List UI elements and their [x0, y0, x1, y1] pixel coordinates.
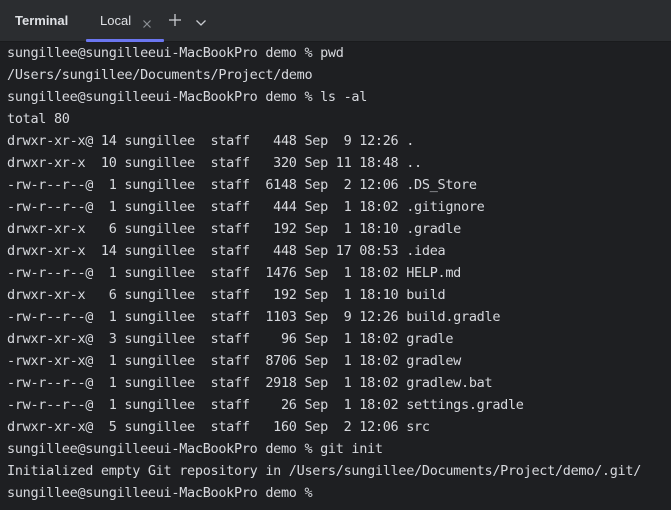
- terminal-output[interactable]: sungillee@sungilleeui-MacBookPro demo % …: [0, 42, 671, 510]
- terminal-line: drwxr-xr-x@ 14 sungillee staff 448 Sep 9…: [7, 133, 415, 149]
- terminal-line: sungillee@sungilleeui-MacBookPro demo %: [7, 485, 321, 501]
- terminal-line: drwxr-xr-x@ 3 sungillee staff 96 Sep 1 1…: [7, 331, 454, 347]
- terminal-line: -rw-r--r--@ 1 sungillee staff 1476 Sep 1…: [7, 265, 462, 281]
- terminal-line: drwxr-xr-x@ 5 sungillee staff 160 Sep 2 …: [7, 419, 430, 435]
- terminal-line: -rwxr-xr-x@ 1 sungillee staff 8706 Sep 1…: [7, 353, 462, 369]
- tool-window-header: Terminal Local: [0, 0, 671, 42]
- terminal-line: -rw-r--r--@ 1 sungillee staff 444 Sep 1 …: [7, 199, 485, 215]
- terminal-line: drwxr-xr-x 6 sungillee staff 192 Sep 1 1…: [7, 221, 462, 237]
- tab-local[interactable]: Local: [86, 0, 164, 42]
- terminal-line: total 80: [7, 111, 70, 127]
- terminal-window: Terminal Local sungillee@sungilleeui-Mac…: [0, 0, 671, 510]
- plus-icon[interactable]: [168, 13, 182, 27]
- close-icon[interactable]: [142, 16, 152, 28]
- tool-window-title: Terminal: [15, 13, 69, 28]
- chevron-down-icon[interactable]: [195, 15, 207, 26]
- terminal-line: sungillee@sungilleeui-MacBookPro demo % …: [7, 89, 368, 105]
- terminal-line: -rw-r--r--@ 1 sungillee staff 1103 Sep 9…: [7, 309, 501, 325]
- terminal-line: drwxr-xr-x 10 sungillee staff 320 Sep 11…: [7, 155, 422, 171]
- terminal-line: /Users/sungillee/Documents/Project/demo: [7, 67, 313, 83]
- terminal-line: sungillee@sungilleeui-MacBookPro demo % …: [7, 45, 344, 61]
- terminal-line: -rw-r--r--@ 1 sungillee staff 2918 Sep 1…: [7, 375, 493, 391]
- terminal-line: Initialized empty Git repository in /Use…: [7, 463, 642, 479]
- terminal-line: sungillee@sungilleeui-MacBookPro demo % …: [7, 441, 383, 457]
- terminal-line: drwxr-xr-x 6 sungillee staff 192 Sep 1 1…: [7, 287, 446, 303]
- tab-label: Local: [100, 13, 132, 28]
- terminal-line: drwxr-xr-x 14 sungillee staff 448 Sep 17…: [7, 243, 446, 259]
- terminal-line: -rw-r--r--@ 1 sungillee staff 6148 Sep 2…: [7, 177, 477, 193]
- terminal-line: -rw-r--r--@ 1 sungillee staff 26 Sep 1 1…: [7, 397, 524, 413]
